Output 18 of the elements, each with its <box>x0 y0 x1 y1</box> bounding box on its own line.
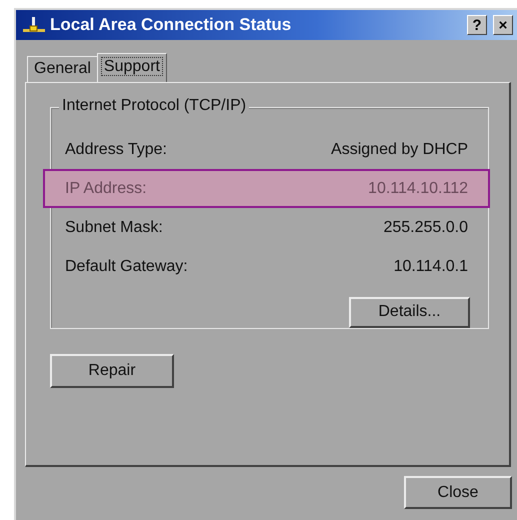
help-button[interactable]: ? <box>467 15 487 35</box>
close-button[interactable]: Close <box>404 476 512 509</box>
field-label: Default Gateway: <box>65 258 188 276</box>
field-value: 255.255.0.0 <box>383 218 468 237</box>
details-button[interactable]: Details... <box>349 296 470 328</box>
tab[interactable]: General <box>27 56 98 82</box>
field-value: 10.114.0.1 <box>394 258 468 276</box>
field-label: Subnet Mask: <box>65 218 163 237</box>
field-label: IP Address: <box>65 180 147 198</box>
network-icon <box>22 15 46 35</box>
tab[interactable]: Support <box>96 53 167 82</box>
window-title: Local Area Connection Status <box>50 15 292 35</box>
field-value: Assigned by DHCP <box>331 140 468 159</box>
field-label: Address Type: <box>65 140 167 159</box>
close-button[interactable]: × <box>493 15 513 35</box>
field-value: 10.114.10.112 <box>368 180 468 198</box>
group-title: Internet Protocol (TCP/IP) <box>59 97 250 115</box>
repair-button[interactable]: Repair <box>50 354 174 388</box>
